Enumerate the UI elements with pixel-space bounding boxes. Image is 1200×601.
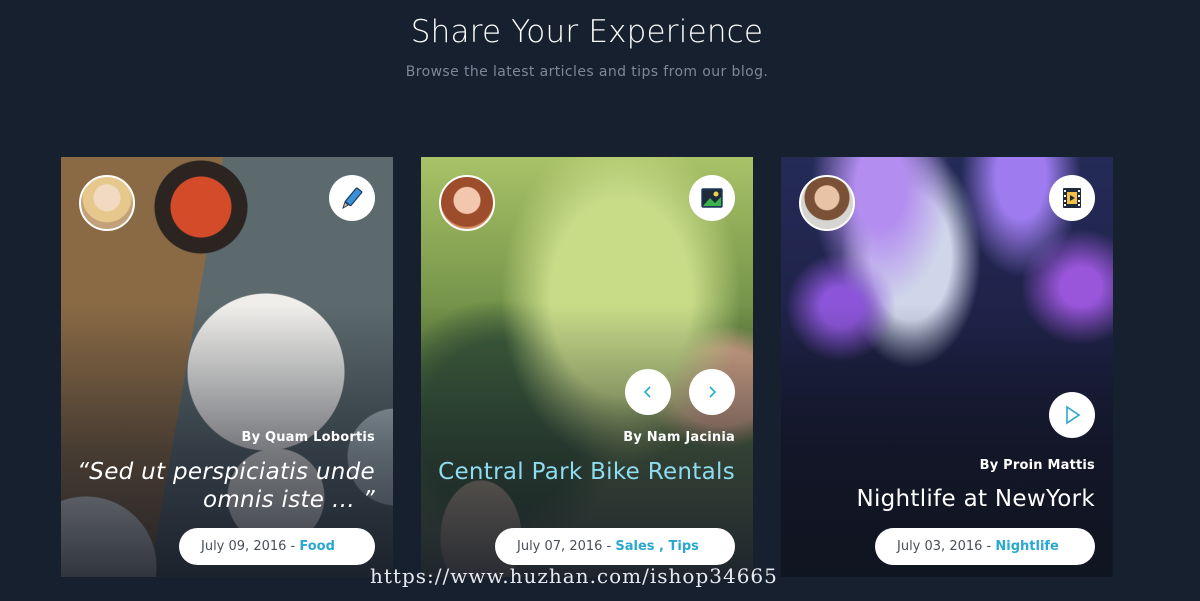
post-meta: July 09, 2016 - Food [179, 528, 375, 565]
image-icon [689, 175, 735, 221]
author-avatar[interactable] [79, 175, 135, 231]
post-date: July 03, 2016 [897, 539, 983, 554]
post-meta: July 03, 2016 - Nightlife [875, 528, 1095, 565]
blog-card-food[interactable]: By Quam Lobortis “Sed ut perspiciatis un… [61, 157, 393, 577]
chevron-left-icon [643, 386, 651, 398]
play-button[interactable] [1049, 392, 1095, 438]
pencil-icon [329, 175, 375, 221]
meta-separator: - [982, 539, 996, 554]
author-avatar[interactable] [439, 175, 495, 231]
post-date: July 09, 2016 [201, 539, 287, 554]
slider-prev-button[interactable] [625, 369, 671, 415]
author-avatar[interactable] [799, 175, 855, 231]
blog-card-bike[interactable]: By Nam Jacinia Central Park Bike Rentals… [421, 157, 753, 577]
card-headline[interactable]: Nightlife at NewYork [785, 485, 1095, 513]
category-link-food[interactable]: Food [299, 539, 335, 554]
category-link-sales[interactable]: Sales [615, 539, 654, 554]
play-icon [1066, 405, 1081, 425]
meta-separator: - [602, 539, 616, 554]
card-headline[interactable]: “Sed ut perspiciatis unde omnis iste … ” [65, 458, 375, 514]
chevron-right-icon [709, 386, 717, 398]
card-headline[interactable]: Central Park Bike Rentals [425, 458, 735, 486]
blog-card-nightlife[interactable]: By Proin Mattis Nightlife at NewYork Jul… [781, 157, 1113, 577]
post-date: July 07, 2016 [517, 539, 603, 554]
film-icon [1049, 175, 1095, 221]
section-subtitle: Browse the latest articles and tips from… [405, 64, 769, 80]
meta-separator: - [286, 539, 300, 554]
category-link-tips[interactable]: Tips [669, 539, 699, 554]
card-author[interactable]: By Proin Mattis [980, 458, 1095, 473]
card-author[interactable]: By Quam Lobortis [241, 430, 375, 445]
post-meta: July 07, 2016 - Sales , Tips [495, 528, 735, 565]
section-title: Share Your Experience [410, 14, 764, 50]
watermark-url: https://www.huzhan.com/ishop34665 [370, 564, 778, 588]
category-joiner: , [654, 539, 669, 554]
category-link-nightlife[interactable]: Nightlife [995, 539, 1059, 554]
card-author[interactable]: By Nam Jacinia [623, 430, 735, 445]
slider-next-button[interactable] [689, 369, 735, 415]
